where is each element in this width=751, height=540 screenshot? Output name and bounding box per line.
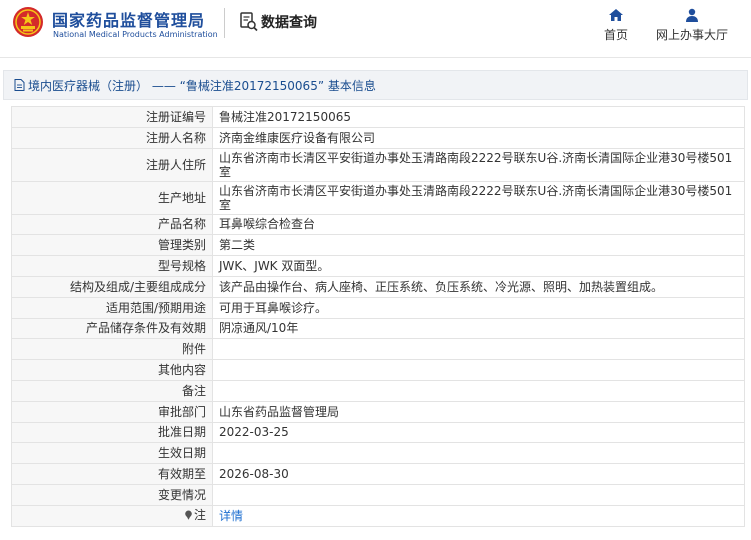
field-value: 2026-08-30: [212, 463, 745, 485]
field-value: [212, 359, 745, 381]
table-row: 变更情况: [11, 483, 745, 506]
field-value: [212, 379, 745, 402]
field-value: 山东省济南市长清区平安街道办事处玉清路南段2222号联东U谷.济南长清国际企业港…: [212, 180, 745, 215]
site-title: 国家药品监督管理局: [52, 11, 206, 30]
field-label: 注册证编号: [11, 106, 213, 128]
user-icon: [686, 8, 698, 22]
field-label: 产品储存条件及有效期: [11, 317, 213, 340]
details-link[interactable]: 详情: [219, 509, 243, 523]
table-row: 备注: [11, 379, 745, 402]
note-row: 注 详情: [11, 504, 745, 527]
home-icon: [609, 9, 623, 21]
field-value: 山东省药品监督管理局: [212, 400, 745, 423]
field-value: 该产品由操作台、病人座椅、正压系统、负压系统、冷光源、照明、加热装置组成。: [212, 275, 745, 298]
nav-home[interactable]: 首页: [600, 8, 632, 43]
field-value: 2022-03-25: [212, 421, 745, 444]
field-label: 结构及组成/主要组成成分: [11, 275, 213, 298]
field-value: 第二类: [212, 234, 745, 257]
pin-icon: [185, 510, 192, 520]
field-value: 济南金维康医疗设备有限公司: [212, 126, 745, 149]
document-icon: [14, 79, 25, 91]
record-title: 境内医疗器械（注册） —— “鲁械注准20172150065” 基本信息: [28, 78, 376, 93]
note-label-text: 注: [193, 508, 206, 523]
field-label: 有效期至: [11, 463, 213, 485]
field-value: 山东省济南市长清区平安街道办事处玉清路南段2222号联东U谷.济南长清国际企业港…: [212, 147, 745, 182]
nav-home-label: 首页: [603, 28, 628, 42]
field-label: 产品名称: [11, 213, 213, 236]
table-row: 生效日期: [11, 442, 745, 465]
field-label: 型号规格: [11, 255, 213, 277]
field-label: 生产地址: [11, 180, 213, 215]
field-value: 鲁械注准20172150065: [212, 106, 745, 128]
field-label: 注册人住所: [11, 147, 213, 182]
table-row: 结构及组成/主要组成成分 该产品由操作台、病人座椅、正压系统、负压系统、冷光源、…: [11, 275, 745, 298]
field-value: [212, 483, 745, 506]
table-row: 其他内容: [11, 359, 745, 381]
field-label: 生效日期: [11, 442, 213, 465]
field-label: 附件: [11, 338, 213, 361]
data-search-icon: [240, 12, 258, 32]
field-value: [212, 442, 745, 465]
table-row: 产品名称 耳鼻喉综合检查台: [11, 213, 745, 236]
field-label: 管理类别: [11, 234, 213, 257]
table-row: 型号规格 JWK、JWK 双面型。: [11, 255, 745, 277]
field-label: 其他内容: [11, 359, 213, 381]
site-header: 国家药品监督管理局 National Medical Products Admi…: [0, 0, 751, 58]
note-value-cell: 详情: [212, 504, 745, 527]
field-value: 耳鼻喉综合检查台: [212, 213, 745, 236]
note-label: 注: [184, 508, 206, 522]
header-divider: [224, 8, 225, 38]
table-row: 批准日期 2022-03-25: [11, 421, 745, 444]
field-label: 审批部门: [11, 400, 213, 423]
note-label-cell: 注: [11, 504, 213, 527]
table-row: 有效期至 2026-08-30: [11, 463, 745, 485]
table-row: 管理类别 第二类: [11, 234, 745, 257]
field-label: 批准日期: [11, 421, 213, 444]
field-value: 可用于耳鼻喉诊疗。: [212, 296, 745, 319]
table-row: 注册证编号 鲁械注准20172150065: [11, 106, 745, 128]
field-label: 适用范围/预期用途: [11, 296, 213, 319]
nav-hall-label: 网上办事大厅: [655, 28, 728, 42]
field-value: 阴凉通风/10年: [212, 317, 745, 340]
table-row: 附件: [11, 338, 745, 361]
table-row: 审批部门 山东省药品监督管理局: [11, 400, 745, 423]
data-query-section[interactable]: 数据查询: [240, 12, 317, 32]
national-emblem-logo[interactable]: [12, 6, 44, 38]
record-title-bar: 境内医疗器械（注册） —— “鲁械注准20172150065” 基本信息: [3, 70, 748, 100]
table-row: 注册人名称 济南金维康医疗设备有限公司: [11, 126, 745, 149]
nav-online-service-hall[interactable]: 网上办事大厅: [652, 8, 732, 43]
table-row: 注册人住所 山东省济南市长清区平安街道办事处玉清路南段2222号联东U谷.济南长…: [11, 147, 745, 182]
table-row: 产品储存条件及有效期 阴凉通风/10年: [11, 317, 745, 340]
field-label: 备注: [11, 379, 213, 402]
table-row: 适用范围/预期用途 可用于耳鼻喉诊疗。: [11, 296, 745, 319]
table-row: 生产地址 山东省济南市长清区平安街道办事处玉清路南段2222号联东U谷.济南长清…: [11, 180, 745, 215]
registration-info-table: 注册证编号 鲁械注准20172150065 注册人名称 济南金维康医疗设备有限公…: [11, 106, 745, 527]
site-subtitle: National Medical Products Administration: [53, 30, 218, 39]
field-label: 注册人名称: [11, 126, 213, 149]
field-label: 变更情况: [11, 483, 213, 506]
field-value: JWK、JWK 双面型。: [212, 255, 745, 277]
data-query-label: 数据查询: [261, 15, 317, 31]
field-value: [212, 338, 745, 361]
